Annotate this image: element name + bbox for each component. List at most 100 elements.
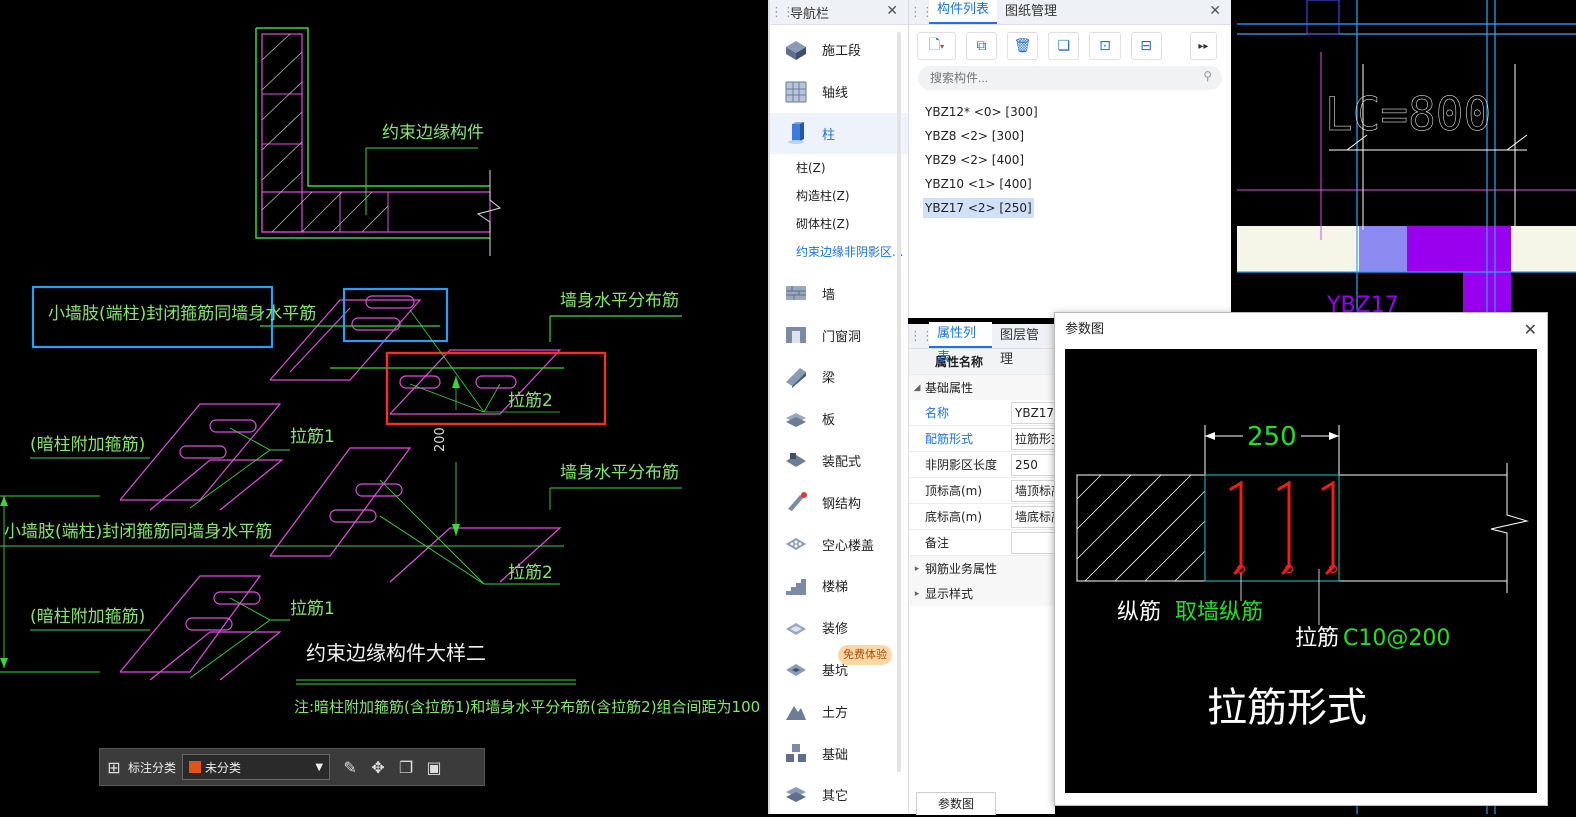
new-file-icon: 🗋 bbox=[928, 37, 941, 53]
nav-item-label: 梁 bbox=[822, 371, 836, 387]
drag-handle-icon[interactable]: ⋮⋮ bbox=[909, 329, 934, 344]
dialog-titlebar[interactable]: 参数图 ✕ bbox=[1055, 313, 1547, 347]
param-form-title: 拉筋形式 bbox=[1207, 685, 1367, 731]
trash-icon: 🗑 bbox=[1013, 38, 1032, 54]
property-value-field[interactable] bbox=[1011, 531, 1055, 554]
property-value-field[interactable]: 拉筋形式 bbox=[1011, 427, 1055, 450]
nav-item-other[interactable]: 其它 bbox=[770, 774, 908, 816]
paste-icon[interactable]: ▣ bbox=[420, 753, 448, 781]
move-icon[interactable]: ✥ bbox=[364, 753, 392, 781]
label-small-pier-2: 小墙肢(端柱)封闭箍筋同墙身水平筋 bbox=[4, 522, 272, 542]
category-color-swatch bbox=[189, 761, 202, 773]
door-window-icon bbox=[784, 324, 808, 346]
close-icon[interactable]: ✕ bbox=[1524, 313, 1537, 347]
component-list-item[interactable]: YBZ9 <2> [400] bbox=[923, 150, 1026, 170]
property-name: 顶标高(m) bbox=[925, 484, 983, 498]
cad-drawing-area[interactable]: 约束边缘构件 小墙肢(端柱)封闭箍筋同墙身水平筋 墙身水平分布筋 拉筋2 200… bbox=[0, 0, 768, 814]
sub-item-constraint-non-shadow[interactable]: 约束边缘非阴影区... bbox=[770, 238, 908, 266]
nav-item-stair[interactable]: 楼梯 bbox=[770, 565, 908, 607]
group-display-style[interactable]: ▸ 显示样式 bbox=[909, 581, 1055, 606]
nav-item-door-window[interactable]: 门窗洞 bbox=[770, 314, 908, 356]
copy-icon[interactable]: ❐ bbox=[392, 753, 420, 781]
component-panel-header: ⋮⋮ 构件列表 图纸管理 ✕ bbox=[909, 0, 1231, 25]
property-name: 配筋形式 bbox=[925, 432, 974, 446]
sub-item-column-z[interactable]: 柱(Z) bbox=[770, 154, 908, 182]
property-value-field[interactable]: 墙底标高 bbox=[1011, 505, 1055, 528]
axis-grid-icon bbox=[784, 81, 808, 103]
property-value-field[interactable]: 250 bbox=[1011, 453, 1055, 476]
label-lc-800: LC=800 bbox=[1325, 87, 1491, 141]
earthwork-icon bbox=[784, 700, 808, 722]
annotation-toolbar: ⊞ 标注分类 未分类 ▼ ✎ ✥ ❐ ▣ bbox=[99, 748, 485, 786]
close-icon[interactable]: ✕ bbox=[886, 3, 898, 19]
tab-component-list[interactable]: 构件列表 bbox=[929, 0, 998, 24]
nav-item-prefab[interactable]: 装配式 bbox=[770, 440, 908, 482]
nav-item-foundation[interactable]: 基础 bbox=[770, 732, 908, 774]
sub-item-constructional-column[interactable]: 构造柱(Z) bbox=[770, 182, 908, 210]
slab-icon bbox=[784, 408, 808, 430]
annotation-category-select[interactable]: 未分类 ▼ bbox=[182, 754, 331, 780]
nav-item-label: 轴线 bbox=[822, 86, 849, 102]
edit-icon[interactable]: ✎ bbox=[336, 753, 364, 781]
property-row: 备注 bbox=[909, 530, 1055, 556]
grid-apps-icon[interactable]: ⊞ bbox=[100, 753, 128, 781]
copy-to-floor-button[interactable]: ❏ bbox=[1048, 32, 1080, 60]
property-name: 底标高(m) bbox=[925, 510, 983, 524]
group-rebar-business[interactable]: ▸ 钢筋业务属性 bbox=[909, 556, 1055, 581]
upper-rebar-group bbox=[260, 295, 682, 415]
component-list-item[interactable]: YBZ8 <2> [300] bbox=[923, 126, 1026, 146]
property-value-field[interactable]: YBZ17 bbox=[1011, 401, 1055, 424]
import-button[interactable]: ⊡ bbox=[1089, 32, 1121, 60]
component-list-item[interactable]: YBZ12* <0> [300] bbox=[923, 102, 1040, 122]
nav-item-label: 基础 bbox=[822, 747, 849, 763]
nav-item-beam[interactable]: 梁 bbox=[770, 356, 908, 398]
group-basic-properties[interactable]: ◢ 基础属性 bbox=[909, 375, 1055, 400]
decoration-icon bbox=[784, 617, 808, 639]
label-dim-200: 200 bbox=[433, 427, 448, 452]
component-list-item[interactable]: YBZ10 <1> [400] bbox=[923, 174, 1034, 194]
nav-item-column[interactable]: 柱 bbox=[770, 112, 908, 155]
hollow-floor-icon bbox=[784, 533, 808, 555]
tab-drawing-management[interactable]: 图纸管理 bbox=[997, 0, 1065, 24]
property-header-row: 属性名称 bbox=[909, 349, 1055, 375]
copy-component-button[interactable]: ⧉ bbox=[965, 32, 998, 60]
copy-icon: ⧉ bbox=[976, 38, 987, 54]
param-long-bar-value: 取墙纵筋 bbox=[1175, 600, 1263, 625]
nav-item-steel-structure[interactable]: 钢结构 bbox=[770, 481, 908, 523]
nav-item-hollow-floor[interactable]: 空心楼盖 bbox=[770, 523, 908, 565]
param-tie-label: 拉筋 bbox=[1295, 626, 1339, 651]
column-icon bbox=[784, 122, 808, 145]
nav-item-construction-stage[interactable]: 施工段 bbox=[770, 29, 908, 71]
steel-structure-icon bbox=[784, 491, 808, 513]
prefab-icon bbox=[784, 449, 808, 471]
nav-item-wall[interactable]: 墙 bbox=[770, 272, 908, 314]
search-input[interactable] bbox=[928, 66, 1192, 90]
nav-item-axis[interactable]: 轴线 bbox=[770, 71, 908, 113]
nav-item-decoration[interactable]: 装修 bbox=[770, 607, 908, 649]
export-button[interactable]: ⊟ bbox=[1130, 32, 1162, 60]
expand-arrow-icon: ▸ bbox=[914, 563, 920, 574]
property-row: 非阴影区长度 250 bbox=[909, 452, 1055, 478]
tab-layer-management[interactable]: 图层管理 bbox=[992, 324, 1055, 367]
wall-icon bbox=[784, 282, 808, 304]
drag-handle-icon[interactable]: ⋮⋮ bbox=[909, 5, 934, 20]
tab-parameter-drawing[interactable]: 参数图 bbox=[916, 792, 996, 815]
nav-item-slab[interactable]: 板 bbox=[770, 398, 908, 440]
sub-item-masonry-column[interactable]: 砌体柱(Z) bbox=[770, 210, 908, 238]
nav-item-earthwork[interactable]: 土方 bbox=[770, 690, 908, 732]
more-tools-button[interactable]: ▸▸ bbox=[1189, 32, 1217, 60]
close-icon[interactable]: ✕ bbox=[1209, 3, 1221, 19]
drag-handle-icon[interactable]: ⋮⋮ bbox=[770, 5, 795, 20]
new-component-button[interactable]: 🗋 ▾ bbox=[917, 32, 956, 60]
component-search: ⚲ bbox=[918, 66, 1222, 90]
nav-scrollbar[interactable] bbox=[897, 32, 901, 772]
free-trial-badge[interactable]: 免费体验 bbox=[838, 645, 892, 665]
component-list-item[interactable]: YBZ17 <2> [250] bbox=[923, 198, 1034, 218]
tab-property-list[interactable]: 属性列表 bbox=[929, 322, 992, 365]
annotation-category-value: 未分类 bbox=[205, 760, 242, 775]
property-value-field[interactable]: 墙顶标高 bbox=[1011, 479, 1055, 502]
pit-icon bbox=[784, 658, 808, 680]
search-icon[interactable]: ⚲ bbox=[1203, 69, 1212, 83]
delete-component-button[interactable]: 🗑 bbox=[1007, 32, 1039, 60]
parameter-drawing-canvas: 250 纵筋 取墙纵筋 拉筋 C10@200 拉筋形式 bbox=[1065, 349, 1537, 793]
